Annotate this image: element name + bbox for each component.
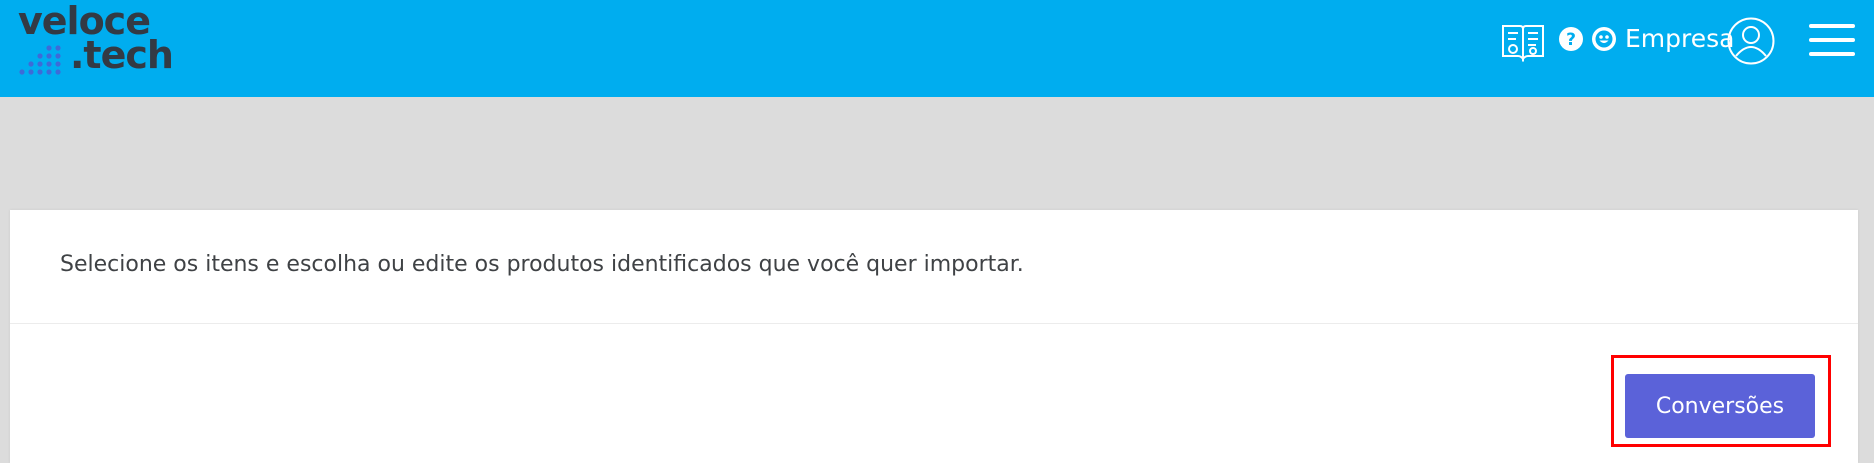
manual-icon[interactable] xyxy=(1500,20,1546,62)
company-name[interactable]: Empresa xyxy=(1625,24,1734,54)
logo-dots-icon xyxy=(19,45,61,75)
card-divider xyxy=(10,323,1858,324)
smile-icon[interactable] xyxy=(1591,26,1617,52)
conversions-button[interactable]: Conversões xyxy=(1625,374,1815,438)
svg-text:?: ? xyxy=(1566,30,1576,50)
import-products-card: Selecione os itens e escolha ou edite os… xyxy=(10,210,1858,463)
veloce-tech-logo[interactable]: veloce .tech xyxy=(18,2,174,82)
top-navigation-bar: veloce .tech ? Empresa xyxy=(0,0,1874,97)
instruction-text: Selecione os itens e escolha ou edite os… xyxy=(60,252,1024,277)
logo-text-tech: .tech xyxy=(70,33,174,77)
help-icon[interactable]: ? xyxy=(1558,26,1584,52)
hamburger-menu-icon[interactable] xyxy=(1808,22,1856,58)
user-avatar-icon[interactable] xyxy=(1727,17,1775,65)
